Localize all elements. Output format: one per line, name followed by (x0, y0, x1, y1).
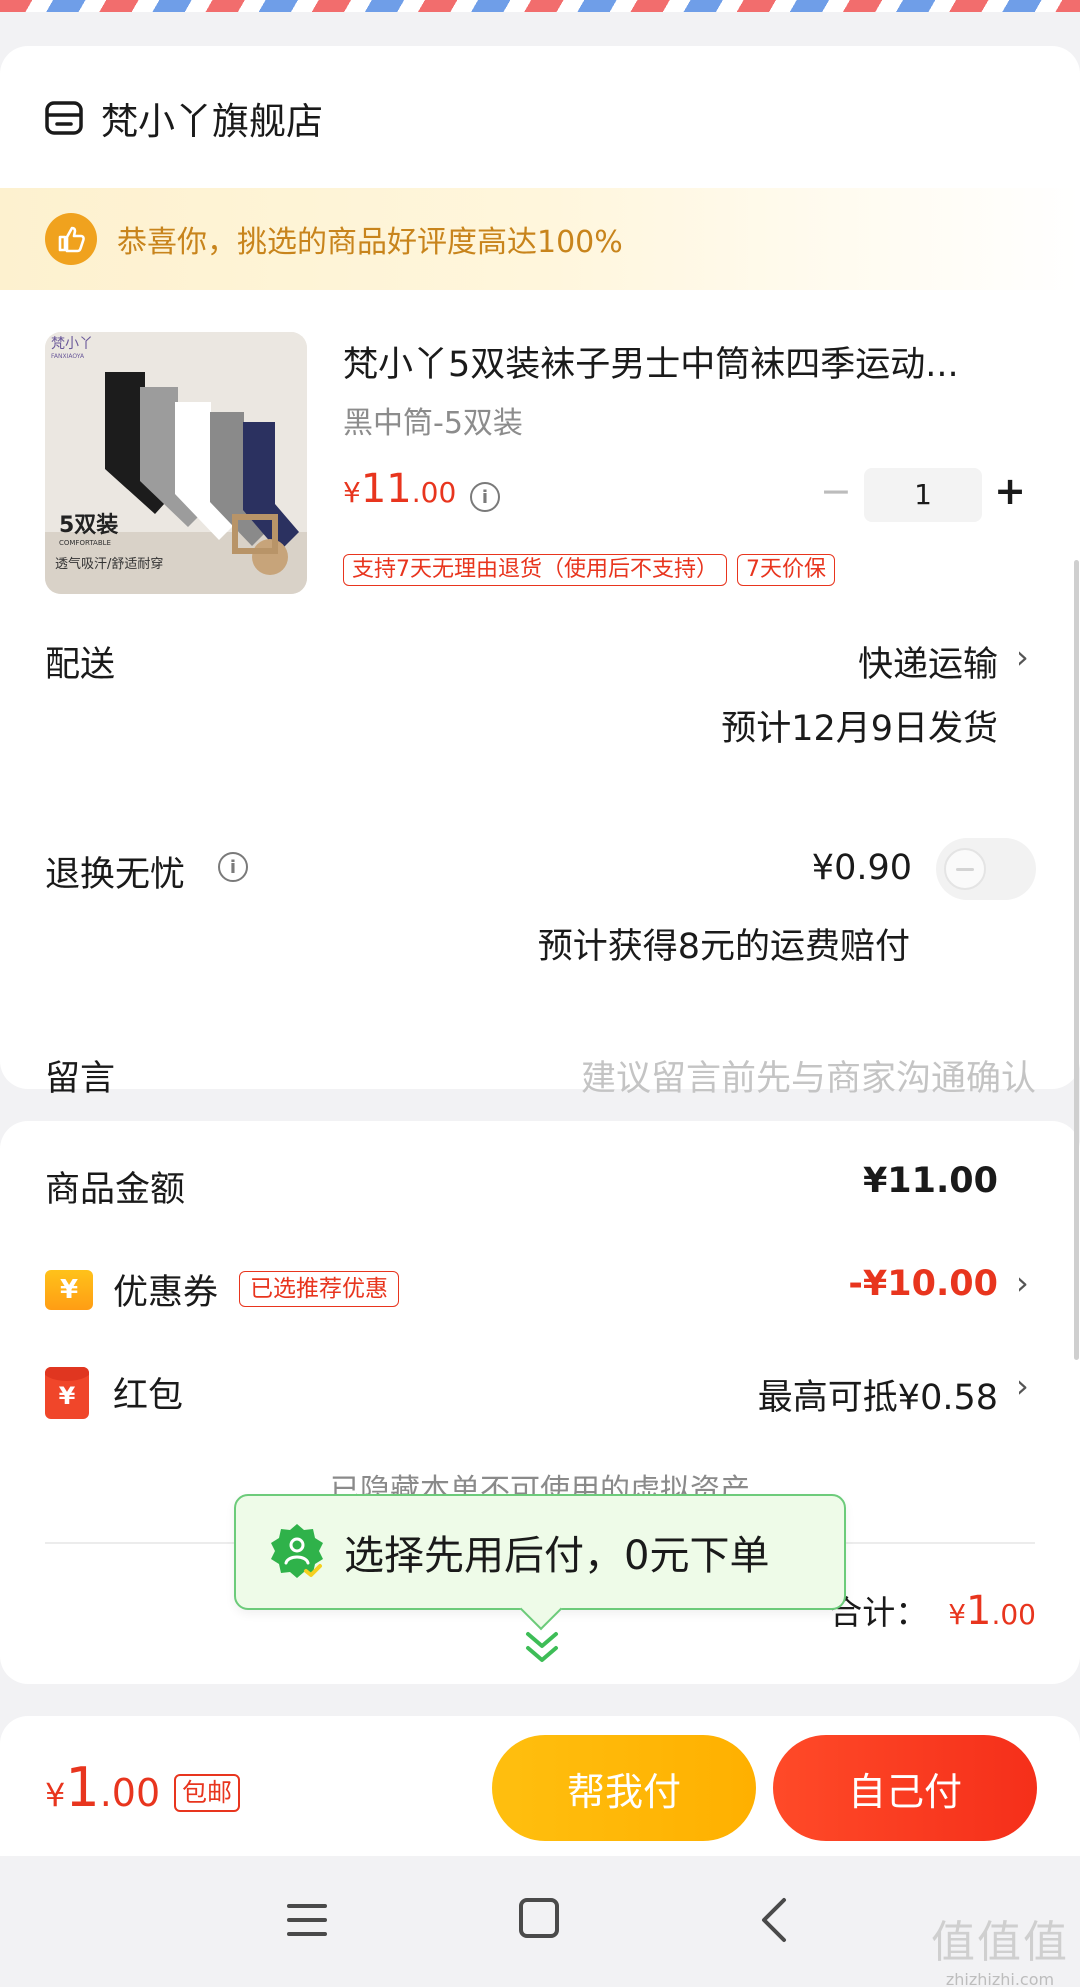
payment-bar: ¥ 1 .00 包邮 帮我付 自己付 (0, 1716, 1080, 1856)
coupon-amount[interactable]: -¥10.00 (848, 1264, 998, 1304)
home-icon[interactable] (519, 1898, 559, 1938)
watermark-main: 值值值 (931, 1917, 1069, 1968)
red-packet-icon: ¥ (45, 1367, 89, 1419)
image-brand-en: FANXIAOYA (51, 353, 85, 360)
order-item-card: 梵小丫旗舰店 恭喜你，挑选的商品好评度高达100% 梵小丫 FANXIAOYA … (0, 46, 1080, 1099)
pay-later-popup[interactable]: 选择先用后付，0元下单 (234, 1494, 846, 1610)
price-decimal: .00 (411, 476, 457, 509)
menu-icon[interactable] (287, 1900, 327, 1940)
service-tags: 支持7天无理由退货（使用后不支持） 7天价保 (343, 554, 835, 586)
total-row: 合计： ¥ 1 .00 (829, 1586, 1036, 1634)
product-spec[interactable]: 黑中筒-5双装 (343, 398, 523, 442)
pay-decimal: .00 (99, 1771, 161, 1815)
back-icon[interactable] (754, 1896, 794, 1944)
total-integer: 1 (966, 1588, 992, 1634)
image-sub: COMFORTABLE (59, 539, 111, 547)
red-packet-amount[interactable]: 最高可抵¥0.58 (758, 1369, 998, 1420)
total-currency: ¥ (948, 1598, 967, 1631)
red-packet-label: 红包 (113, 1376, 184, 1416)
coupon-icon: ¥ (45, 1270, 93, 1310)
message-input[interactable]: 建议留言前先与商家沟通确认 (581, 1050, 1036, 1101)
message-label: 留言 (45, 1059, 116, 1099)
image-brand: 梵小丫 (51, 336, 93, 352)
return-insurance-info-icon[interactable]: i (218, 852, 248, 882)
pay-currency: ¥ (45, 1776, 66, 1814)
scrollbar[interactable] (1074, 560, 1079, 1360)
product-image[interactable]: 梵小丫 FANXIAOYA 5双装 COMFORTABLE 透气吸汗/舒适耐穿 (45, 332, 307, 594)
rating-banner: 恭喜你，挑选的商品好评度高达100% (0, 188, 1080, 290)
quantity-input[interactable]: 1 (864, 468, 982, 522)
price-info-icon[interactable]: i (470, 482, 500, 512)
image-count: 5双装 (59, 513, 118, 538)
delivery-method[interactable]: 快递运输 (858, 636, 998, 687)
price-integer: 11 (360, 466, 412, 512)
pay-later-badge-icon (271, 1524, 323, 1578)
product-title[interactable]: 梵小丫5双装袜子男士中筒袜四季运动... (343, 336, 1023, 387)
store-icon (45, 101, 83, 135)
red-packet-chevron-icon[interactable]: › (1016, 1367, 1029, 1405)
watermark-sub: zhizhizhi.com (945, 1970, 1055, 1987)
store-name: 梵小丫旗舰店 (101, 100, 323, 143)
watermark: 值值值 zhizhizhi.com (930, 1906, 1070, 1987)
return-insurance-note: 预计获得8元的运费赔付 (537, 927, 910, 967)
tag-return-policy: 支持7天无理由退货（使用后不支持） (343, 554, 727, 586)
pay-later-text: 选择先用后付，0元下单 (344, 1533, 770, 1579)
total-decimal: .00 (991, 1598, 1036, 1631)
help-pay-button[interactable]: 帮我付 (492, 1735, 756, 1841)
quantity-increase-button[interactable]: + (994, 466, 1026, 516)
return-insurance-label: 退换无忧 (45, 855, 186, 895)
thumbs-up-icon (45, 213, 97, 265)
goods-amount-label: 商品金额 (45, 1170, 186, 1210)
self-pay-button[interactable]: 自己付 (773, 1735, 1037, 1841)
image-desc: 透气吸汗/舒适耐穿 (55, 556, 163, 572)
pay-total: ¥ 1 .00 (45, 1756, 160, 1819)
banner-text: 恭喜你，挑选的商品好评度高达100% (117, 225, 623, 260)
pay-integer: 1 (65, 1756, 100, 1819)
delivery-chevron-icon[interactable]: › (1016, 638, 1029, 676)
coupon-chevron-icon[interactable]: › (1016, 1264, 1029, 1302)
store-header[interactable]: 梵小丫旗舰店 (45, 86, 323, 150)
airmail-stripe (0, 0, 1080, 12)
return-insurance-toggle[interactable] (936, 838, 1036, 900)
double-chevron-down-icon[interactable] (522, 1630, 562, 1666)
coupon-label: 优惠券 (113, 1273, 219, 1313)
price-currency: ¥ (343, 476, 361, 509)
delivery-label: 配送 (45, 645, 116, 685)
delivery-estimate: 预计12月9日发货 (721, 709, 998, 749)
quantity-decrease-button[interactable]: − (820, 466, 852, 516)
tag-price-protect: 7天价保 (737, 554, 835, 586)
product-price: ¥ 11 .00 (343, 466, 456, 512)
coupon-recommend-tag: 已选推荐优惠 (239, 1271, 399, 1307)
system-nav-bar: 值值值 zhizhizhi.com (0, 1856, 1080, 1987)
toggle-knob (944, 848, 986, 890)
return-insurance-price: ¥0.90 (811, 848, 912, 888)
free-shipping-badge: 包邮 (174, 1774, 241, 1812)
goods-amount-value: ¥11.00 (862, 1161, 998, 1201)
